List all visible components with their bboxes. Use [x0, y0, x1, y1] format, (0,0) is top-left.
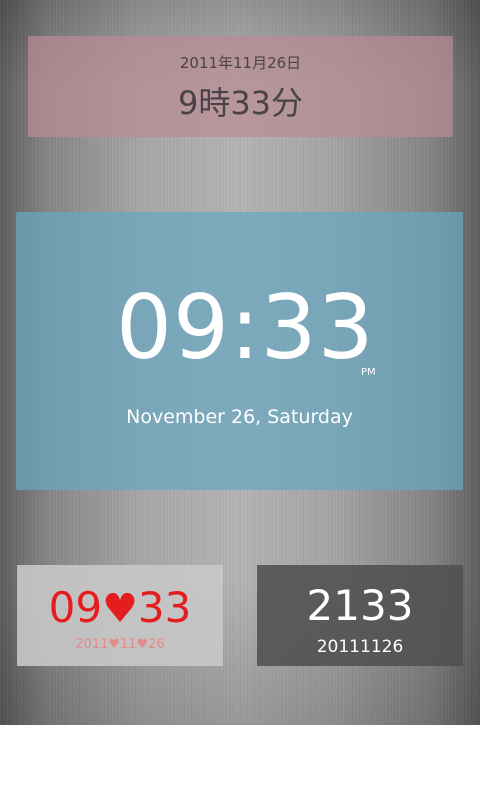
heart-clock-hour: 09 — [48, 583, 103, 632]
heart-clock-date: 2011♥11♥26 — [17, 637, 223, 652]
heart-clock-minute: 33 — [137, 583, 192, 632]
heart-icon: ♥ — [108, 637, 120, 652]
heart-clock-widget[interactable]: 09♥33 2011♥11♥26 — [17, 565, 223, 666]
heart-clock-year: 2011 — [75, 637, 109, 652]
heart-clock-day: 26 — [148, 637, 165, 652]
heart-icon: ♥ — [102, 586, 138, 632]
numeric-clock-time: 2133 — [306, 581, 414, 630]
big-clock-ampm: PM — [361, 367, 376, 378]
heart-icon: ♥ — [136, 637, 149, 652]
heart-clock-month: 11 — [120, 637, 137, 652]
japanese-clock-widget[interactable]: 2011年11月26日 9時33分 — [28, 36, 453, 137]
numeric-clock-date: 20111126 — [316, 637, 404, 657]
jp-date: 2011年11月26日 — [179, 54, 302, 72]
heart-clock-time: 09♥33 — [17, 583, 223, 634]
numeric-clock-widget[interactable]: 2133 20111126 — [257, 565, 463, 666]
big-clock-widget[interactable]: 09:33 PM November 26, Saturday — [16, 212, 463, 490]
home-screen: 2011年11月26日 9時33分 09:33 PM November 26, … — [0, 0, 480, 725]
big-clock-date: November 26, Saturday — [126, 406, 353, 428]
big-clock-time: 09:33 — [116, 276, 375, 379]
jp-time: 9時33分 — [177, 84, 304, 122]
